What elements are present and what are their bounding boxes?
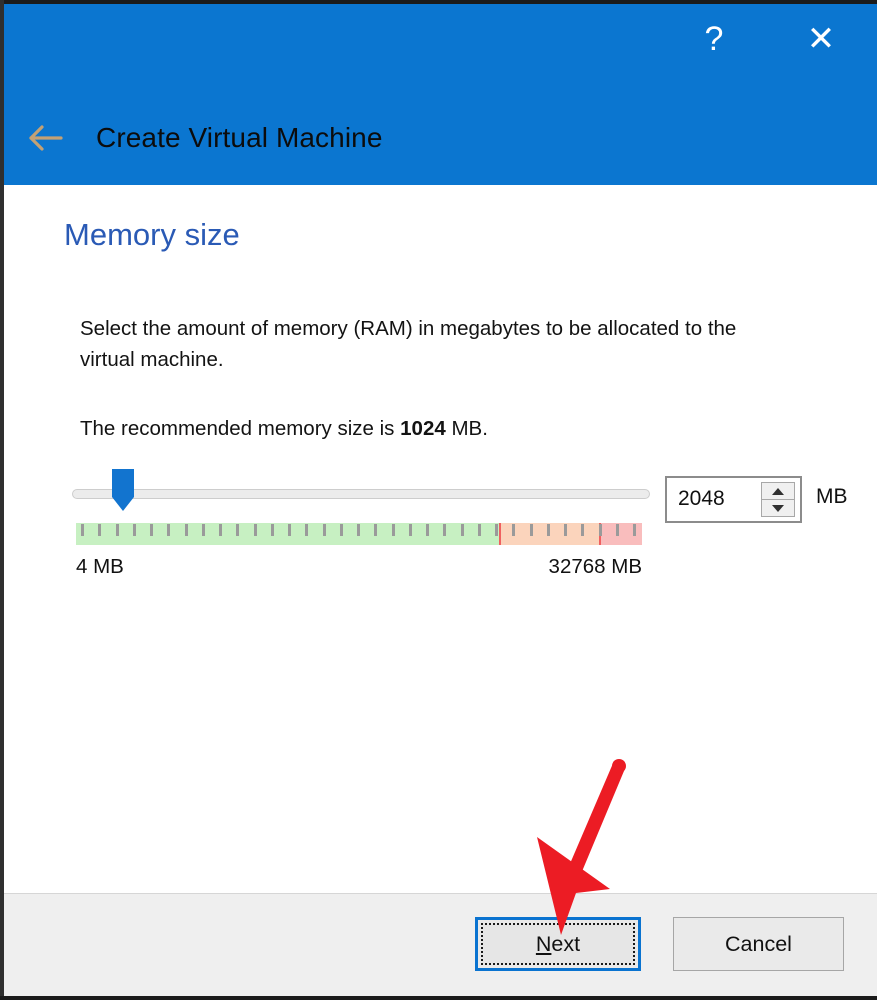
window-frame-bottom-edge xyxy=(0,996,877,1000)
help-icon[interactable]: ? xyxy=(694,22,734,64)
recommendation-prefix: The recommended memory size is xyxy=(80,417,401,440)
dialog-footer: Next Cancel xyxy=(4,893,877,996)
scale-tick xyxy=(116,524,119,536)
scale-tick xyxy=(271,524,274,536)
scale-tick xyxy=(236,524,239,536)
next-button-rest: ext xyxy=(551,931,581,956)
virtualbox-create-vm-dialog: ? ✕ Create Virtual Machine Memory size S… xyxy=(0,0,877,1000)
scale-tick xyxy=(305,524,308,536)
scale-tick xyxy=(340,524,343,536)
scale-tick xyxy=(616,524,619,536)
scale-tick xyxy=(599,524,602,536)
scale-tick xyxy=(167,524,170,536)
memory-spinbox[interactable]: 2048 xyxy=(665,476,802,523)
scale-tick xyxy=(392,524,395,536)
scale-tick xyxy=(323,524,326,536)
memory-scale-bar xyxy=(76,523,642,545)
next-button-label: Next xyxy=(481,923,635,965)
scale-tick xyxy=(581,524,584,536)
recommendation-paragraph: The recommended memory size is 1024 MB. xyxy=(80,413,780,444)
scale-tick xyxy=(202,524,205,536)
page-title: Create Virtual Machine xyxy=(96,122,383,153)
caret-up-icon[interactable] xyxy=(762,483,794,500)
caret-down-icon[interactable] xyxy=(762,500,794,516)
scale-divider-green-orange xyxy=(499,523,501,545)
memory-slider[interactable] xyxy=(72,469,650,511)
scale-tick xyxy=(409,524,412,536)
section-heading: Memory size xyxy=(64,217,240,252)
scale-tick xyxy=(564,524,567,536)
scale-tick xyxy=(530,524,533,536)
dialog-body: Memory size Select the amount of memory … xyxy=(4,185,877,893)
scale-tick xyxy=(633,524,636,536)
memory-slider-handle[interactable] xyxy=(111,468,135,512)
scale-tick xyxy=(512,524,515,536)
scale-tick xyxy=(478,524,481,536)
scale-tick xyxy=(254,524,257,536)
next-button-accelerator: N xyxy=(535,931,552,956)
memory-spinbox-steppers[interactable] xyxy=(761,482,795,517)
scale-tick xyxy=(219,524,222,536)
scale-tick xyxy=(288,524,291,536)
memory-unit-label: MB xyxy=(816,485,848,508)
scale-tick xyxy=(81,524,84,536)
scale-tick xyxy=(133,524,136,536)
memory-slider-track[interactable] xyxy=(72,489,650,499)
scale-tick xyxy=(461,524,464,536)
recommendation-suffix: MB. xyxy=(445,417,488,440)
scale-tick xyxy=(547,524,550,536)
scale-tick xyxy=(150,524,153,536)
scale-tick xyxy=(357,524,360,536)
scale-tick xyxy=(426,524,429,536)
scale-tick xyxy=(185,524,188,536)
dialog-titlebar: ? ✕ Create Virtual Machine xyxy=(4,4,877,185)
scale-tick xyxy=(374,524,377,536)
slider-max-label: 32768 MB xyxy=(548,555,642,578)
slider-min-label: 4 MB xyxy=(76,555,124,578)
scale-tick xyxy=(443,524,446,536)
scale-tick xyxy=(98,524,101,536)
scale-tick xyxy=(495,524,498,536)
recommended-memory-value: 1024 xyxy=(400,417,446,440)
description-paragraph: Select the amount of memory (RAM) in meg… xyxy=(80,317,737,371)
memory-spinbox-value[interactable]: 2048 xyxy=(678,487,725,511)
back-arrow-icon[interactable] xyxy=(24,116,68,160)
close-icon[interactable]: ✕ xyxy=(799,22,843,64)
cancel-button[interactable]: Cancel xyxy=(673,917,844,971)
next-button[interactable]: Next xyxy=(475,917,641,971)
